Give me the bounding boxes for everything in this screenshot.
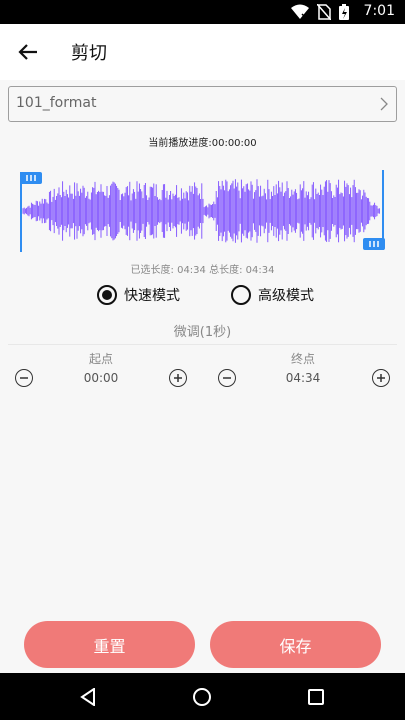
chevron-right-icon — [380, 97, 388, 111]
fast-mode-radio[interactable]: 快速模式 — [97, 285, 180, 305]
navigation-bar — [0, 673, 405, 720]
file-selector[interactable]: 101_format — [8, 86, 397, 122]
radio-unchecked-icon — [231, 285, 251, 305]
end-label: 终点 — [290, 352, 315, 366]
plus-icon — [174, 374, 182, 382]
page-title: 剪切 — [71, 43, 107, 64]
plus-icon — [377, 374, 385, 382]
minus-icon — [20, 377, 28, 379]
end-decrease-button[interactable] — [218, 369, 236, 387]
nav-recents-button[interactable] — [304, 685, 328, 709]
square-recents-icon — [308, 689, 324, 705]
triangle-back-icon — [80, 688, 95, 706]
nav-back-button[interactable] — [76, 685, 100, 709]
no-sim-icon — [317, 4, 331, 20]
app-bar: 剪切 — [0, 24, 405, 80]
divider — [8, 344, 397, 345]
battery-charging-icon — [339, 4, 349, 20]
back-button[interactable] — [12, 36, 44, 68]
status-icons — [291, 4, 349, 20]
playback-progress: 当前播放进度:00:00:00 — [148, 138, 257, 149]
fast-mode-label: 快速模式 — [124, 288, 180, 304]
reset-button[interactable]: 重置 — [24, 621, 195, 668]
waveform-editor[interactable] — [18, 166, 390, 252]
advanced-mode-label: 高级模式 — [258, 288, 314, 304]
start-value: 00:00 — [83, 371, 119, 385]
start-increase-button[interactable] — [169, 369, 187, 387]
status-time: 7:01 — [363, 3, 395, 19]
minus-icon — [223, 377, 231, 379]
arrow-back-icon — [18, 44, 37, 60]
file-name: 101_format — [16, 95, 97, 111]
waveform[interactable] — [18, 166, 390, 252]
end-increase-button[interactable] — [372, 369, 390, 387]
waveform-bars — [22, 179, 380, 243]
end-value: 04:34 — [285, 371, 321, 385]
circle-home-icon — [193, 688, 211, 706]
save-button[interactable]: 保存 — [210, 621, 381, 668]
start-decrease-button[interactable] — [15, 369, 33, 387]
advanced-mode-radio[interactable]: 高级模式 — [231, 285, 314, 305]
selected-length: 已选长度: 04:34 总长度: 04:34 — [130, 265, 275, 276]
nav-home-button[interactable] — [190, 685, 214, 709]
radio-checked-icon — [97, 285, 117, 305]
status-bar: 7:01 — [0, 0, 405, 24]
wifi-icon — [291, 4, 309, 20]
mode-selector: 快速模式 高级模式 — [0, 285, 405, 309]
fine-tune-title: 微调(1秒) — [173, 325, 232, 340]
start-label: 起点 — [88, 352, 113, 366]
